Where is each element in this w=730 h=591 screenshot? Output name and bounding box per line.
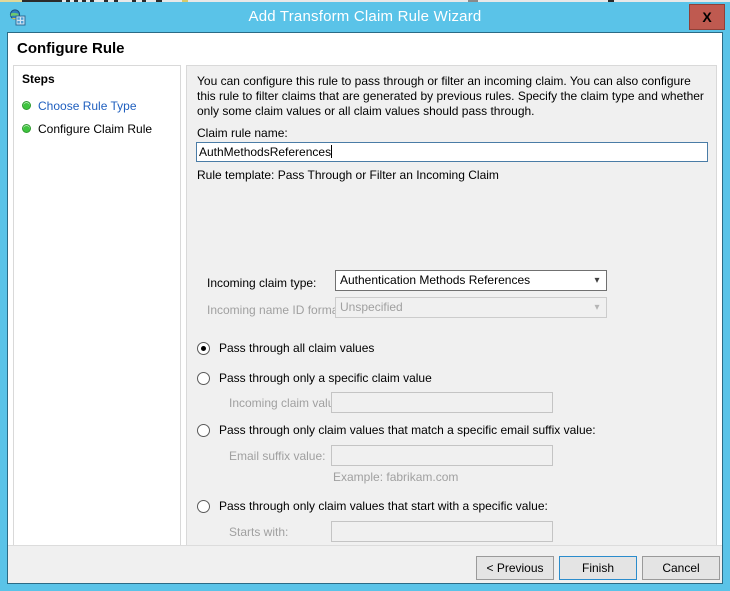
- email-suffix-value-label: Email suffix value:: [229, 449, 326, 463]
- finish-button[interactable]: Finish: [559, 556, 637, 580]
- incoming-claim-value-label: Incoming claim value:: [229, 396, 345, 410]
- incoming-name-id-format-dropdown: Unspecified ▾: [335, 297, 607, 318]
- sidebar-item-label: Choose Rule Type: [38, 98, 137, 113]
- steps-pane: Steps Choose Rule Type Configure Claim R…: [13, 65, 181, 577]
- sidebar-item-configure-claim-rule[interactable]: Configure Claim Rule: [22, 119, 152, 137]
- incoming-claim-type-dropdown[interactable]: Authentication Methods References ▾: [335, 270, 607, 291]
- claim-rule-name-label: Claim rule name:: [197, 126, 288, 140]
- option-email-suffix-label: Pass through only claim values that matc…: [219, 423, 596, 437]
- chevron-down-icon: ▾: [594, 302, 600, 313]
- email-suffix-value-input: [331, 445, 553, 466]
- claim-rule-name-value: AuthMethodsReferences: [199, 145, 332, 159]
- incoming-claim-type-label: Incoming claim type:: [207, 276, 317, 290]
- previous-button[interactable]: < Previous: [476, 556, 554, 580]
- claim-type-group: Incoming claim type: Authentication Meth…: [197, 261, 709, 321]
- dialog-body: Steps Choose Rule Type Configure Claim R…: [8, 65, 722, 583]
- close-button[interactable]: X: [689, 4, 725, 30]
- rule-template-text: Rule template: Pass Through or Filter an…: [197, 168, 499, 182]
- title-bar: Add Transform Claim Rule Wizard X: [0, 2, 730, 32]
- wizard-dialog: Add Transform Claim Rule Wizard X Config…: [0, 2, 730, 591]
- claim-rule-name-input[interactable]: AuthMethodsReferences: [196, 142, 708, 162]
- option-specific-value-label: Pass through only a specific claim value: [219, 371, 432, 385]
- radio-specific-value[interactable]: [197, 372, 210, 385]
- dialog-footer: < Previous Finish Cancel: [8, 546, 722, 583]
- option-pass-all-label: Pass through all claim values: [219, 341, 375, 355]
- incoming-claim-value-input: [331, 392, 553, 413]
- option-starts-with-label: Pass through only claim values that star…: [219, 499, 548, 513]
- incoming-name-id-format-label: Incoming name ID format:: [207, 303, 346, 317]
- sidebar-item-choose-rule-type[interactable]: Choose Rule Type: [22, 96, 137, 114]
- green-dot-icon: [22, 124, 31, 134]
- content-pane: You can configure this rule to pass thro…: [186, 65, 717, 577]
- page-title: Configure Rule: [17, 40, 125, 57]
- sidebar-item-label: Configure Claim Rule: [38, 121, 153, 136]
- text-caret: [331, 145, 333, 158]
- chevron-down-icon: ▾: [594, 275, 600, 286]
- dialog-client-area: Configure Rule Steps Choose Rule Type Co…: [7, 32, 723, 584]
- starts-with-label: Starts with:: [229, 525, 289, 539]
- starts-with-input: [331, 521, 553, 542]
- window-title: Add Transform Claim Rule Wizard: [248, 8, 482, 25]
- radio-email-suffix[interactable]: [197, 424, 210, 437]
- cancel-button[interactable]: Cancel: [642, 556, 720, 580]
- email-suffix-example: Example: fabrikam.com: [333, 470, 459, 484]
- radio-starts-with[interactable]: [197, 500, 210, 513]
- radio-pass-all[interactable]: [197, 342, 210, 355]
- incoming-name-id-format-value: Unspecified: [340, 300, 403, 314]
- incoming-claim-type-value: Authentication Methods References: [340, 273, 531, 287]
- intro-description: You can configure this rule to pass thro…: [197, 74, 704, 118]
- steps-heading: Steps: [22, 72, 55, 86]
- green-dot-icon: [22, 101, 31, 111]
- page-header: Configure Rule: [8, 33, 722, 65]
